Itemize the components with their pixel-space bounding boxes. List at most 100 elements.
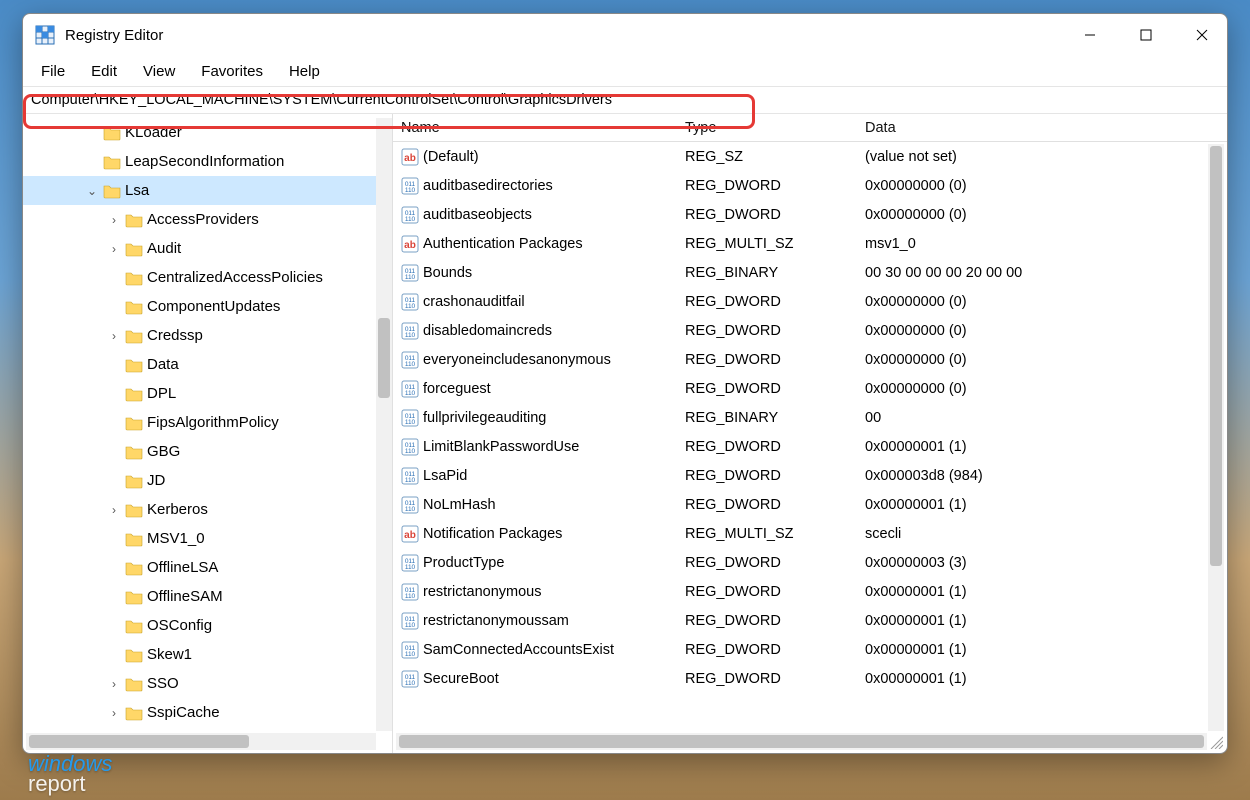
tree-node-label: JD: [147, 472, 165, 489]
tree-spacer: [85, 155, 99, 169]
value-data: 0x00000000 (0): [865, 323, 1227, 339]
tree-node[interactable]: Skew1: [23, 640, 392, 669]
tree-node[interactable]: OfflineLSA: [23, 553, 392, 582]
value-row[interactable]: LsaPidREG_DWORD0x000003d8 (984): [393, 461, 1227, 490]
value-row[interactable]: Notification PackagesREG_MULTI_SZscecli: [393, 519, 1227, 548]
value-row[interactable]: SecureBootREG_DWORD0x00000001 (1): [393, 664, 1227, 693]
value-row[interactable]: NoLmHashREG_DWORD0x00000001 (1): [393, 490, 1227, 519]
minimize-button[interactable]: [1067, 19, 1113, 51]
binary-value-icon: [401, 670, 419, 688]
value-row[interactable]: restrictanonymousREG_DWORD0x00000001 (1): [393, 577, 1227, 606]
value-row[interactable]: restrictanonymoussamREG_DWORD0x00000001 …: [393, 606, 1227, 635]
tree-node[interactable]: ›AccessProviders: [23, 205, 392, 234]
tree-node[interactable]: CentralizedAccessPolicies: [23, 263, 392, 292]
resize-grip-icon[interactable]: [1209, 735, 1223, 749]
menu-help[interactable]: Help: [277, 59, 332, 84]
tree-node[interactable]: Data: [23, 350, 392, 379]
binary-value-icon: [401, 177, 419, 195]
menu-view[interactable]: View: [131, 59, 187, 84]
value-row[interactable]: crashonauditfailREG_DWORD0x00000000 (0): [393, 287, 1227, 316]
column-header-type[interactable]: Type: [685, 120, 865, 136]
tree-node[interactable]: ›Kerberos: [23, 495, 392, 524]
tree-node[interactable]: ComponentUpdates: [23, 292, 392, 321]
value-name: auditbaseobjects: [423, 207, 685, 223]
chevron-right-icon[interactable]: ›: [107, 677, 121, 691]
value-data: 0x00000000 (0): [865, 207, 1227, 223]
tree-node[interactable]: DPL: [23, 379, 392, 408]
chevron-right-icon[interactable]: ›: [107, 242, 121, 256]
value-data: 0x00000001 (1): [865, 439, 1227, 455]
tree-node[interactable]: MSV1_0: [23, 524, 392, 553]
value-data: 0x00000001 (1): [865, 584, 1227, 600]
value-row[interactable]: disabledomaincredsREG_DWORD0x00000000 (0…: [393, 316, 1227, 345]
folder-icon: [103, 183, 121, 198]
value-type: REG_DWORD: [685, 671, 865, 687]
tree-node[interactable]: FipsAlgorithmPolicy: [23, 408, 392, 437]
detail-vertical-scrollbar[interactable]: [1208, 144, 1224, 731]
tree-spacer: [107, 300, 121, 314]
value-type: REG_DWORD: [685, 468, 865, 484]
column-header-data[interactable]: Data: [865, 120, 1227, 136]
value-row[interactable]: (Default)REG_SZ(value not set): [393, 142, 1227, 171]
close-button[interactable]: [1179, 19, 1225, 51]
value-row[interactable]: auditbaseobjectsREG_DWORD0x00000000 (0): [393, 200, 1227, 229]
binary-value-icon: [401, 496, 419, 514]
tree-node[interactable]: › Credssp: [23, 321, 392, 350]
chevron-right-icon[interactable]: ›: [107, 706, 121, 720]
address-bar[interactable]: Computer\HKEY_LOCAL_MACHINE\SYSTEM\Curre…: [23, 87, 1227, 113]
binary-value-icon: [401, 641, 419, 659]
tree-node[interactable]: KLoader: [23, 118, 392, 147]
menu-file[interactable]: File: [29, 59, 77, 84]
value-row[interactable]: ProductTypeREG_DWORD0x00000003 (3): [393, 548, 1227, 577]
value-row[interactable]: BoundsREG_BINARY00 30 00 00 00 20 00 00: [393, 258, 1227, 287]
tree-node[interactable]: OfflineSAM: [23, 582, 392, 611]
value-name: ProductType: [423, 555, 685, 571]
value-data: 0x00000000 (0): [865, 294, 1227, 310]
tree-node-label: FipsAlgorithmPolicy: [147, 414, 279, 431]
value-row[interactable]: everyoneincludesanonymousREG_DWORD0x0000…: [393, 345, 1227, 374]
menu-edit[interactable]: Edit: [79, 59, 129, 84]
maximize-button[interactable]: [1123, 19, 1169, 51]
folder-icon: [125, 270, 143, 285]
tree-node[interactable]: JD: [23, 466, 392, 495]
chevron-right-icon[interactable]: ›: [107, 213, 121, 227]
value-data: 0x00000001 (1): [865, 671, 1227, 687]
tree-spacer: [107, 445, 121, 459]
value-row[interactable]: forceguestREG_DWORD0x00000000 (0): [393, 374, 1227, 403]
folder-icon: [125, 618, 143, 633]
tree-body[interactable]: KLoader LeapSecondInformation ⌄Lsa›AccessP…: [23, 114, 392, 733]
tree-node[interactable]: GBG: [23, 437, 392, 466]
menu-favorites[interactable]: Favorites: [189, 59, 275, 84]
tree-node-label: Audit: [147, 240, 181, 257]
tree-node[interactable]: ›SspiCache: [23, 698, 392, 727]
tree-spacer: [107, 271, 121, 285]
value-data: 0x00000001 (1): [865, 613, 1227, 629]
tree-node-label: DPL: [147, 385, 176, 402]
chevron-right-icon[interactable]: ›: [107, 329, 121, 343]
value-row[interactable]: SamConnectedAccountsExistREG_DWORD0x0000…: [393, 635, 1227, 664]
value-row[interactable]: Authentication PackagesREG_MULTI_SZmsv1_…: [393, 229, 1227, 258]
chevron-down-icon[interactable]: ⌄: [85, 184, 99, 198]
chevron-right-icon[interactable]: ›: [107, 503, 121, 517]
tree-node-label: Credssp: [147, 327, 203, 344]
tree-node[interactable]: OSConfig: [23, 611, 392, 640]
tree-node[interactable]: › Audit: [23, 234, 392, 263]
tree-horizontal-scrollbar[interactable]: [26, 733, 376, 750]
tree-node[interactable]: ⌄Lsa: [23, 176, 392, 205]
tree-node-label: LeapSecondInformation: [125, 153, 284, 170]
detail-horizontal-scrollbar[interactable]: [396, 733, 1207, 750]
value-data: 00 30 00 00 00 20 00 00: [865, 265, 1227, 281]
tree-vertical-scrollbar[interactable]: [376, 118, 392, 731]
grid-body[interactable]: (Default)REG_SZ(value not set)auditbased…: [393, 142, 1227, 733]
value-type: REG_DWORD: [685, 642, 865, 658]
value-data: msv1_0: [865, 236, 1227, 252]
value-data: 0x00000000 (0): [865, 178, 1227, 194]
value-row[interactable]: LimitBlankPasswordUseREG_DWORD0x00000001…: [393, 432, 1227, 461]
value-row[interactable]: fullprivilegeauditingREG_BINARY00: [393, 403, 1227, 432]
string-value-icon: [401, 525, 419, 543]
value-name: (Default): [423, 149, 685, 165]
column-header-name[interactable]: Name: [401, 120, 685, 136]
value-row[interactable]: auditbasedirectoriesREG_DWORD0x00000000 …: [393, 171, 1227, 200]
tree-node[interactable]: LeapSecondInformation: [23, 147, 392, 176]
tree-node[interactable]: ›SSO: [23, 669, 392, 698]
